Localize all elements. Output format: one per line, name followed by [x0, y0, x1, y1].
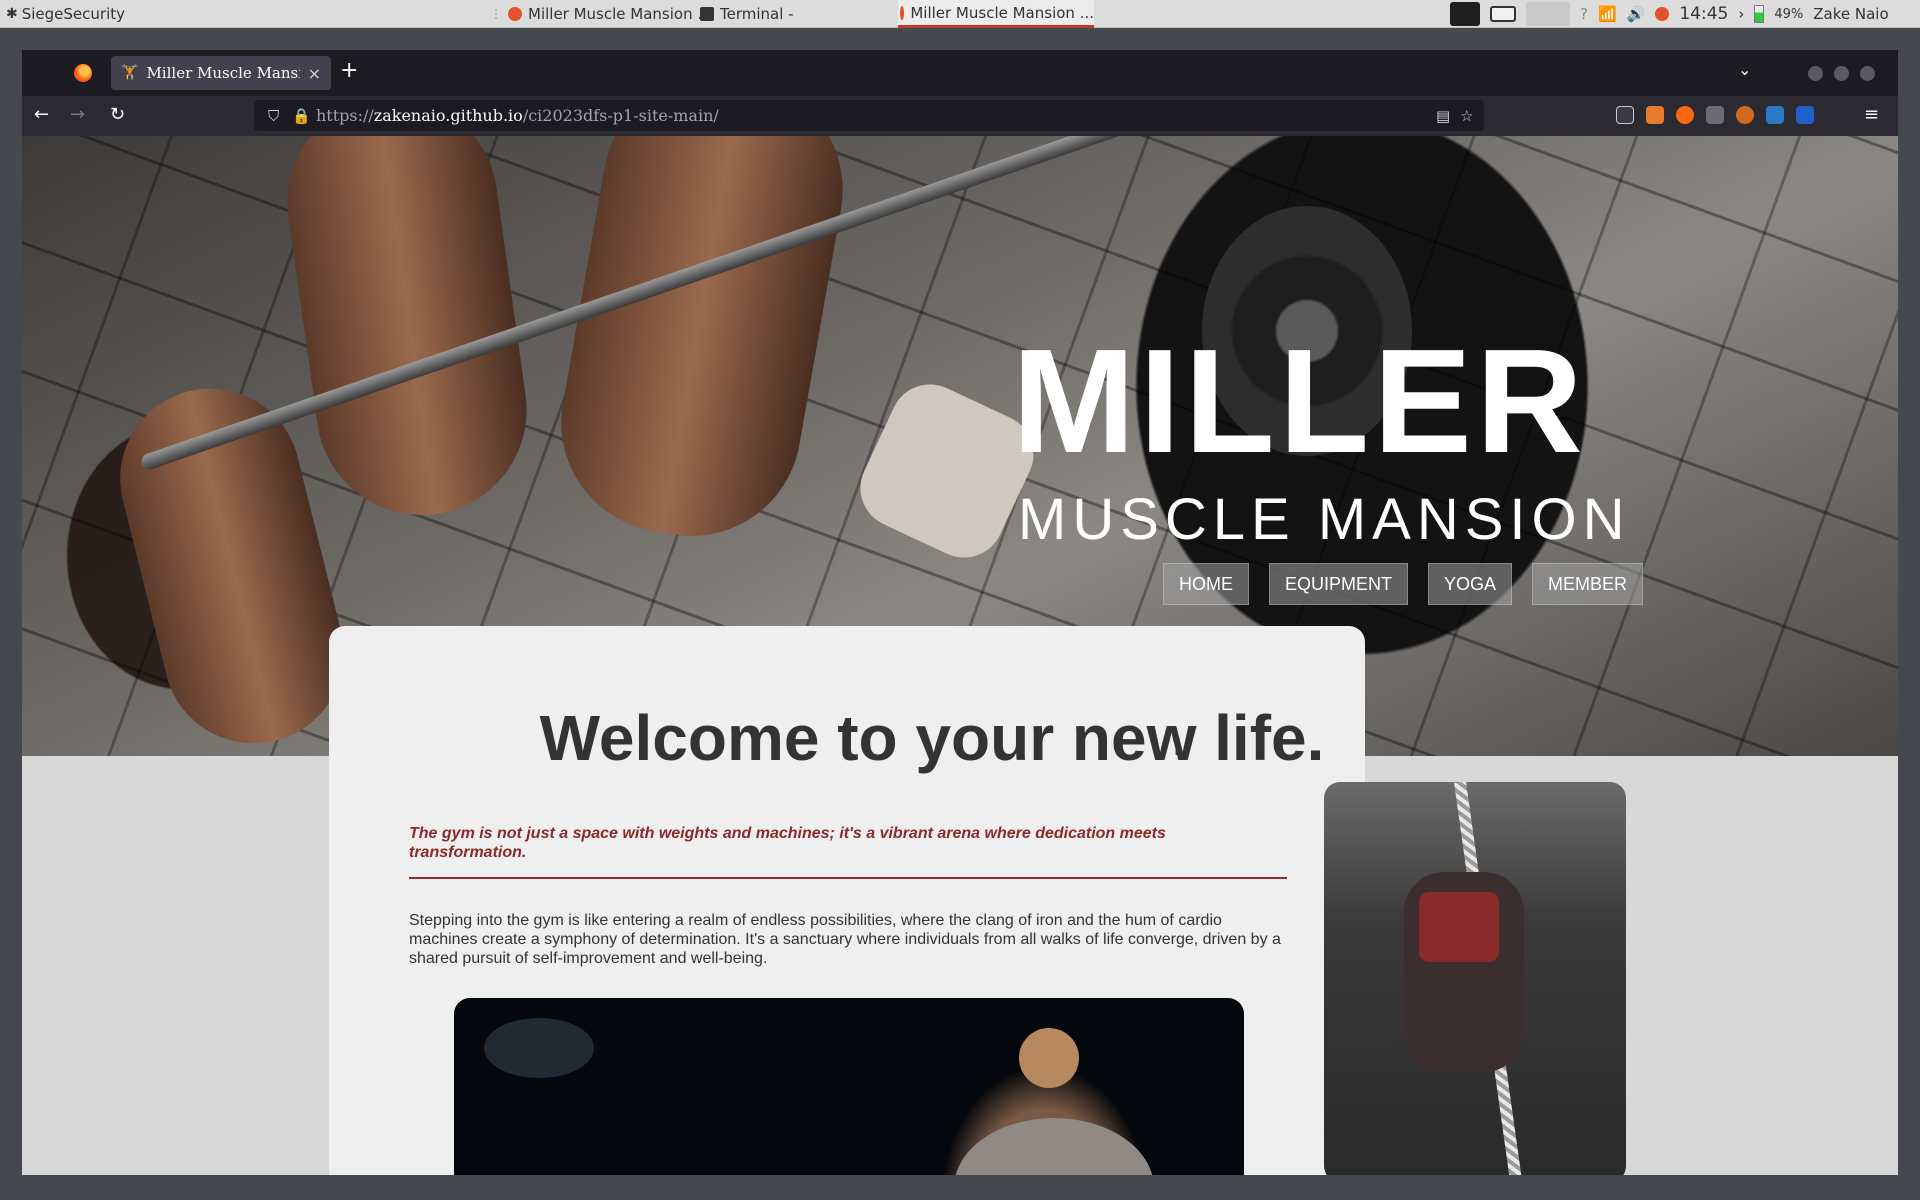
url-host: zakenaio.github.io	[373, 106, 523, 125]
reload-icon[interactable]: ↻	[110, 104, 125, 125]
site-title: MILLER	[1012, 319, 1587, 484]
site-subtitle: MUSCLE MANSION	[1018, 487, 1631, 552]
taskbar-item-browser-1[interactable]: ⋮ Miller Muscle Mansion ...	[490, 0, 712, 28]
url-bar[interactable]: ⛉ 🔒 https://zakenaio.github.io/ci2023dfs…	[254, 100, 1484, 131]
maximize-button[interactable]	[1834, 66, 1849, 81]
system-tray: ? 📶 🔊 14:45 › 49% Zake Naio	[1450, 0, 1889, 28]
lock-icon[interactable]: 🔒	[292, 107, 311, 125]
system-panel: ✱ SiegeSecurity ⋮ Miller Muscle Mansion …	[0, 0, 1920, 28]
taskbar-item-terminal[interactable]: Terminal -	[700, 0, 794, 28]
tab-active[interactable]: 🏋 Miller Muscle Mansion ×	[111, 56, 331, 90]
content-card: Welcome to your new life. The gym is not…	[329, 626, 1365, 1175]
volume-icon[interactable]: 🔊	[1627, 5, 1646, 23]
punching-bag	[484, 1018, 594, 1078]
new-tab-button[interactable]: +	[340, 58, 358, 83]
reader-view-icon[interactable]: ▤	[1436, 107, 1450, 125]
app-menu-icon: ✱	[6, 6, 18, 22]
minimize-button[interactable]	[1808, 66, 1823, 81]
extension-puzzle-icon[interactable]	[1766, 106, 1784, 124]
window-tray-icon[interactable]	[1490, 6, 1516, 22]
firefox-view-icon[interactable]	[74, 64, 92, 82]
forward-icon[interactable]: →	[70, 104, 85, 125]
extension-cat-icon[interactable]	[1706, 106, 1724, 124]
woman-training-photo	[454, 998, 1244, 1175]
app-menu-button[interactable]: ✱ SiegeSecurity	[6, 0, 125, 28]
list-all-tabs-icon[interactable]: ⌄	[1738, 60, 1751, 79]
athlete-shoulders	[954, 1118, 1154, 1175]
firefox-icon	[900, 5, 905, 20]
nav-equipment-link[interactable]: EQUIPMENT	[1269, 563, 1409, 605]
battery-icon[interactable]	[1754, 5, 1765, 23]
intro-paragraph: Stepping into the gym is like entering a…	[409, 912, 1281, 967]
navigation-bar: ← → ↻ ⛉ 🔒 https://zakenaio.github.io/ci2…	[22, 96, 1898, 136]
taskbar-item-label: Terminal -	[720, 5, 794, 23]
terminal-icon	[700, 7, 714, 21]
brave-icon	[508, 7, 522, 21]
taskbar-item-label: Miller Muscle Mansion ...	[528, 5, 712, 23]
extension-fox-icon[interactable]	[1646, 106, 1664, 124]
brave-tray-icon[interactable]	[1450, 2, 1480, 26]
welcome-heading: Welcome to your new life.	[539, 702, 1325, 774]
battery-label: 49%	[1774, 6, 1804, 22]
drag-handle-icon: ⋮	[490, 7, 502, 21]
extension-shield-icon[interactable]	[1736, 106, 1754, 124]
clock-label[interactable]: 14:45	[1679, 4, 1728, 24]
athlete-head	[1019, 1028, 1079, 1088]
back-icon[interactable]: ←	[34, 104, 49, 125]
app-menu-label: SiegeSecurity	[21, 5, 125, 23]
menu-hamburger-icon[interactable]: ≡	[1864, 104, 1879, 125]
url-scheme: https://	[316, 106, 374, 125]
firefox-tray-icon[interactable]	[1526, 2, 1570, 26]
taskbar-item-label: Miller Muscle Mansion ...	[910, 3, 1094, 22]
expand-tray-icon[interactable]: ›	[1738, 5, 1744, 23]
close-window-button[interactable]	[1860, 66, 1875, 81]
close-tab-icon[interactable]: ×	[308, 64, 321, 83]
quote-divider	[409, 877, 1287, 879]
text-cursor-icon: I	[1174, 740, 1179, 759]
bookmark-star-icon[interactable]: ☆	[1460, 107, 1473, 125]
tab-title: Miller Muscle Mansion	[146, 64, 299, 82]
dumbbell-icon: 🏋	[121, 65, 139, 81]
tab-bar: 🏋 Miller Muscle Mansion × + ⌄	[22, 50, 1898, 96]
site-nav: HOME EQUIPMENT YOGA MEMBER	[1163, 563, 1644, 605]
nav-yoga-link[interactable]: YOGA	[1428, 563, 1513, 605]
url-text[interactable]: https://zakenaio.github.io/ci2023dfs-p1-…	[316, 106, 719, 125]
extension-firefox-icon[interactable]	[1676, 106, 1694, 124]
user-label[interactable]: Zake Naio	[1813, 5, 1888, 23]
taskbar-item-browser-2[interactable]: Miller Muscle Mansion ...	[898, 0, 1094, 28]
nav-member-link[interactable]: MEMBER	[1532, 563, 1644, 605]
extensions-icon[interactable]	[1616, 106, 1634, 124]
browser-window: 🏋 Miller Muscle Mansion × + ⌄ ← → ↻ ⛉ 🔒 …	[22, 50, 1898, 1175]
nav-home-link[interactable]: HOME	[1163, 563, 1249, 605]
page-viewport: MILLER MUSCLE MANSION HOME EQUIPMENT YOG…	[22, 136, 1898, 1175]
intro-quote: The gym is not just a space with weights…	[409, 825, 1166, 861]
wifi-icon[interactable]: 📶	[1598, 5, 1617, 23]
brave-shield-icon[interactable]	[1655, 7, 1670, 21]
tracking-shield-icon[interactable]: ⛉	[268, 107, 279, 125]
climber-shirt	[1419, 892, 1499, 962]
url-path: /ci2023dfs-p1-site-main/	[522, 106, 719, 125]
extension-blue-icon[interactable]	[1796, 106, 1814, 124]
help-icon[interactable]: ?	[1580, 5, 1588, 23]
rope-climb-photo	[1324, 782, 1626, 1175]
